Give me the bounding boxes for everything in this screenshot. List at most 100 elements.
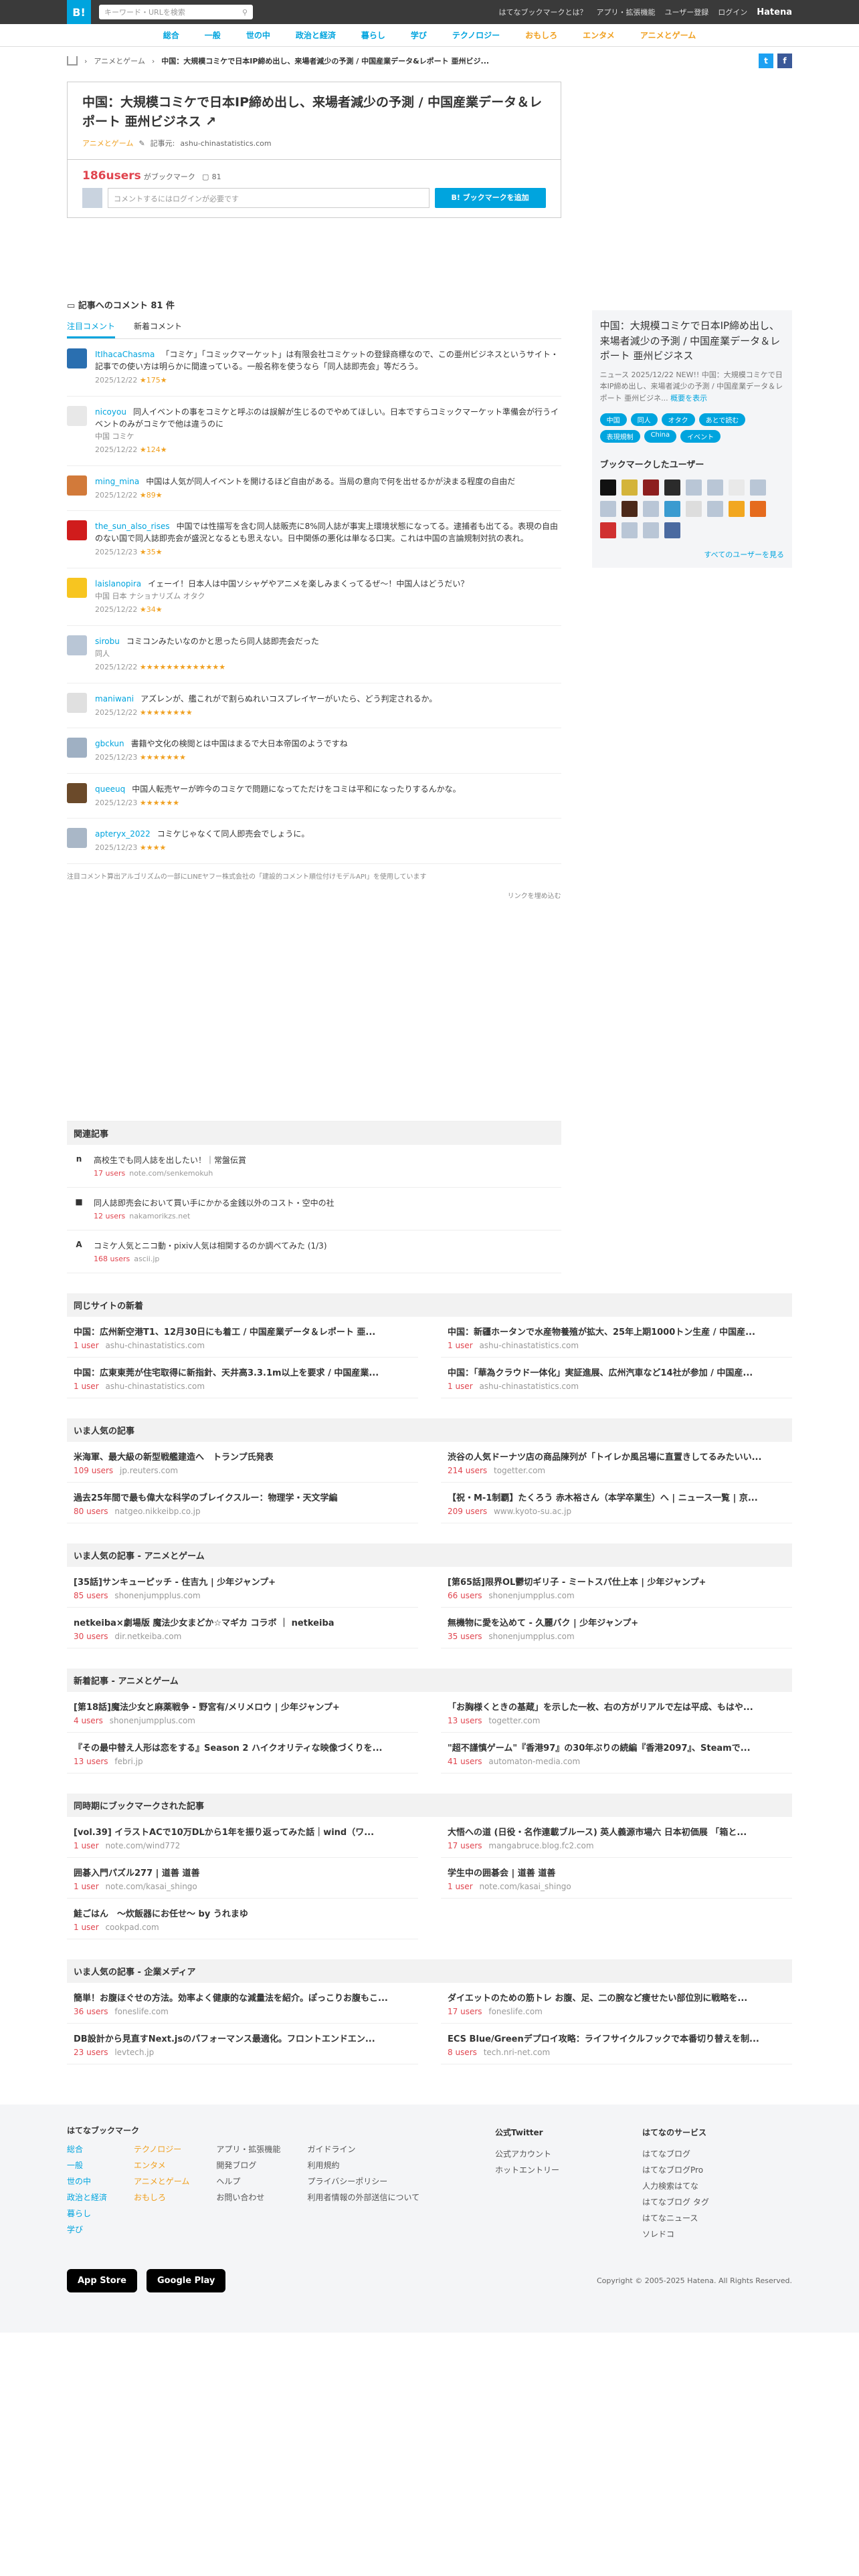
avatar[interactable] [706,501,723,518]
star-rating[interactable]: ★124★ [140,445,167,454]
related-item[interactable]: ■ 同人誌即売会において買い手にかかる金銭以外のコスト・空中の社 12 users n… [67,1188,561,1230]
article-users[interactable]: 109 users [74,1466,113,1475]
apps-link[interactable]: アプリ・拡張機能 [597,7,656,17]
article-title[interactable]: 過去25年間で最も偉大な科学のブレイクスルー：物理学・天文学編 [74,1491,411,1503]
comment-input[interactable]: コメントするにはログインが必要です [108,188,430,208]
article-title[interactable]: 簡単！お腹ほぐせの方法。効率よく健康的な減量法を紹介。ぽっこりお腹もこ... [74,1991,411,2004]
article-title[interactable]: 無機物に愛を込めて - 久麗バク | 少年ジャンプ+ [448,1616,785,1628]
article-title[interactable]: 米海軍、最大級の新型戦艦建造へ トランプ氏発表 [74,1450,411,1463]
article-users[interactable]: 41 users [448,1757,482,1766]
comment-user[interactable]: sirobu [95,637,120,646]
cat-politics[interactable]: 政治と経済 [296,29,336,41]
tag-chip[interactable]: イベント [680,430,721,443]
article-domain[interactable]: note.com/kasai_shingo [479,1882,571,1891]
article-users[interactable]: 80 users [74,1507,108,1516]
article-users[interactable]: 8 users [448,2048,477,2057]
article-card[interactable]: ダイエットのための筋トレ お腹、足、二の腕など痩せたい部位別に戦略を... 17 … [441,1983,792,2024]
show-summary-link[interactable]: 概要を表示 [670,394,707,403]
article-domain[interactable]: foneslife.com [114,2007,169,2016]
article-card[interactable]: ECS Blue/Greenデプロイ攻略：ライフサイクルフックで本番切り替えを制… [441,2024,792,2064]
related-item[interactable]: A コミケ人気とニコ動・pixiv人気は相関するのか調べてみた (1/3) 168 … [67,1230,561,1273]
tag-chip[interactable]: China [644,430,677,443]
article-users[interactable]: 1 user [448,1882,473,1891]
twitter-share-icon[interactable]: t [759,53,773,68]
tag-chip[interactable]: オタク [661,413,695,427]
cat-knowledge[interactable]: 学び [411,29,427,41]
footer-link[interactable]: 世の中 [67,2173,107,2189]
footer-link[interactable]: ヘルプ [216,2173,280,2189]
article-card[interactable]: 過去25年間で最も偉大な科学のブレイクスルー：物理学・天文学編 80 users … [67,1483,418,1523]
comment-user[interactable]: ming_mina [95,477,139,486]
article-title[interactable]: 中国：広東東莞が住宅取得に新指針、天井高3.3.1m以上を要求 / 中国産業..… [74,1366,411,1378]
comment-date[interactable]: 2025/12/23 [95,798,137,807]
article-card[interactable]: [vol.39] イラストACで10万DLから1年を振り返ってみた話｜wind（… [67,1817,418,1858]
article-users[interactable]: 17 users [448,2007,482,2016]
article-card[interactable]: 簡単！お腹ほぐせの方法。効率よく健康的な減量法を紹介。ぽっこりお腹もこ... 36… [67,1983,418,2024]
article-card[interactable]: 中国：「華為クラウド一体化」実証進展、広州汽車など14社が参加 / 中国産...… [441,1358,792,1398]
article-card[interactable]: [35話]サンキューピッチ - 住吉九 | 少年ジャンプ+ 85 users sh… [67,1567,418,1608]
cat-entertainment[interactable]: エンタメ [583,29,615,41]
article-domain[interactable]: tech.nri-net.com [484,2048,550,2057]
footer-link[interactable]: 公式アカウント [495,2146,642,2162]
avatar[interactable] [67,348,87,368]
footer-link[interactable]: 利用者情報の外部送信について [307,2189,419,2206]
avatar[interactable] [67,475,87,496]
footer-link[interactable]: 学び [67,2222,107,2238]
login-link[interactable]: ログイン [718,7,747,17]
home-icon[interactable] [67,56,78,66]
related-title[interactable]: コミケ人気とニコ動・pixiv人気は相関するのか調べてみた (1/3) [94,1240,327,1251]
avatar[interactable] [621,522,638,539]
footer-link[interactable]: 暮らし [67,2206,107,2222]
comment-date[interactable]: 2025/12/22 [95,708,137,717]
article-domain[interactable]: foneslife.com [488,2007,543,2016]
comment-user[interactable]: ItIhacaChasma [95,350,155,359]
related-domain[interactable]: ascii.jp [134,1255,159,1263]
comment-tags[interactable]: 同人 [95,649,319,660]
footer-link[interactable]: はてなブログ [642,2146,709,2162]
article-users[interactable]: 85 users [74,1591,108,1600]
article-title[interactable]: ダイエットのための筋トレ お腹、足、二の腕など痩せたい部位別に戦略を... [448,1991,785,2004]
article-domain[interactable]: levtech.jp [114,2048,154,2057]
avatar[interactable] [67,692,87,713]
comment-user[interactable]: gbckun [95,739,124,748]
star-rating[interactable]: ★★★★★★ [140,798,179,807]
star-rating[interactable]: ★★★★★★★★★★★★★ [140,663,225,671]
article-domain[interactable]: www.kyoto-su.ac.jp [494,1507,571,1516]
related-title[interactable]: 同人誌即売会において買い手にかかる金銭以外のコスト・空中の社 [94,1197,335,1208]
avatar[interactable] [67,520,87,540]
avatar[interactable] [642,501,659,518]
star-rating[interactable]: ★89★ [140,491,163,500]
article-domain[interactable]: note.com/wind772 [105,1841,180,1850]
comment-user[interactable]: maniwani [95,694,134,704]
avatar[interactable] [67,635,87,655]
comment-user[interactable]: nicoyou [95,407,126,417]
comment-date[interactable]: 2025/12/23 [95,843,137,852]
footer-link[interactable]: 政治と経済 [67,2189,107,2206]
avatar[interactable] [67,782,87,803]
article-title[interactable]: 鮭ごはん 〜炊飯器にお任せ〜 by うれまゆ [74,1907,411,1919]
article-users[interactable]: 36 users [74,2007,108,2016]
footer-link[interactable]: プライバシーポリシー [307,2173,419,2189]
article-card[interactable]: netkeiba×劇場版 魔法少女まどか☆マギカ コラボ ｜ netkeiba 3… [67,1608,418,1648]
article-card[interactable]: 中国：広東東莞が住宅取得に新指針、天井高3.3.1m以上を要求 / 中国産業..… [67,1358,418,1398]
article-title[interactable]: "超不謹慎ゲーム"『香港97』の30年ぶりの続編『香港2097』、Steamで.… [448,1741,785,1753]
article-card[interactable]: 「お胸様くときの基蔵」を示した一枚、右の方がリアルで左は平成、もはや... 13 … [441,1692,792,1733]
related-users[interactable]: 12 users [94,1212,125,1220]
comment-date[interactable]: 2025/12/23 [95,548,137,556]
comment-date[interactable]: 2025/12/22 [95,663,137,671]
footer-link[interactable]: アプリ・拡張機能 [216,2141,280,2157]
article-users[interactable]: 35 users [448,1632,482,1641]
article-users[interactable]: 214 users [448,1466,487,1475]
avatar[interactable] [749,479,766,496]
cat-world[interactable]: 世の中 [246,29,270,41]
footer-link[interactable]: おもしろ [134,2189,189,2206]
article-domain[interactable]: automaton-media.com [488,1757,580,1766]
comment-date[interactable]: 2025/12/22 [95,445,137,454]
article-domain[interactable]: shonenjumpplus.com [488,1632,574,1641]
article-users[interactable]: 66 users [448,1591,482,1600]
article-users[interactable]: 1 user [74,1341,99,1350]
avatar[interactable] [599,522,616,539]
add-bookmark-button[interactable]: B! ブックマークを追加 [434,188,546,208]
article-card[interactable]: 大悟への道 (日役・名作連載ブルース) 英人義源市場六 日本初価展 「箱と...… [441,1817,792,1858]
comment-date[interactable]: 2025/12/22 [95,376,137,385]
